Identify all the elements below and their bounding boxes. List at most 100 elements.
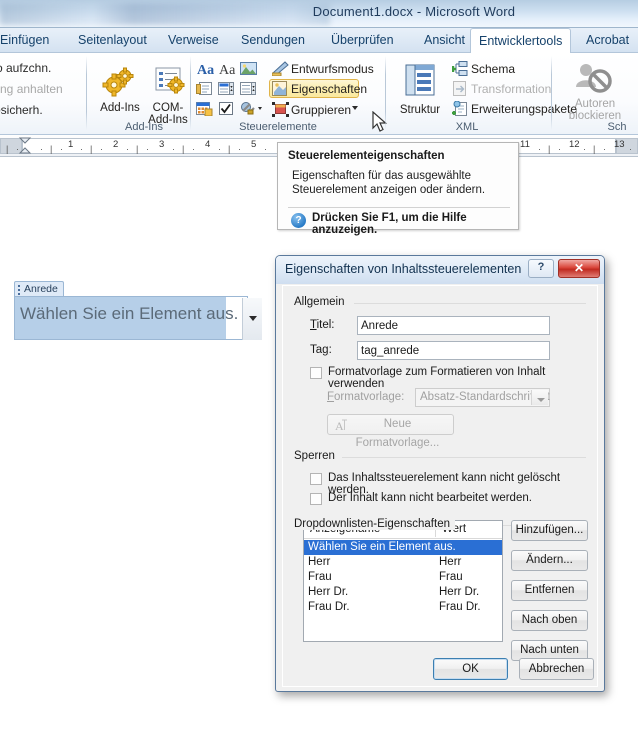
list-item[interactable]: Frau Frau: [304, 570, 502, 585]
group-dropdown-legend: Dropdownlisten-Eigenschaften: [294, 518, 455, 530]
ok-button-label: OK: [462, 663, 479, 675]
ribbon-tab-strip: Einfügen Seitenlayout Verweise Sendungen…: [0, 28, 638, 54]
combo-box-control-button[interactable]: [218, 81, 235, 99]
use-style-checkbox[interactable]: [310, 367, 322, 379]
block-authors-icon: [576, 64, 612, 93]
cancel-button[interactable]: Abbrechen: [519, 658, 594, 680]
content-control-properties-dialog: Eigenschaften von Inhaltssteuerelementen…: [275, 255, 605, 692]
chevron-down-icon[interactable]: [531, 390, 548, 405]
question-mark-icon: ?: [291, 213, 306, 228]
indent-markers-icon[interactable]: [18, 137, 32, 155]
tab-einfuegen[interactable]: Einfügen: [0, 28, 57, 53]
list-item-display: Frau Dr.: [308, 601, 350, 613]
window-title-bar: Document1.docx - Microsoft Word: [0, 0, 638, 28]
move-up-button[interactable]: Nach oben: [511, 610, 588, 631]
modify-item-button-label: Ändern...: [526, 554, 573, 566]
group-label-xml: XML: [455, 121, 479, 133]
picture-content-control-icon: [240, 62, 257, 75]
tooltip-body-line-1: Eigenschaften für das ausgewählte: [292, 170, 472, 182]
cannot-delete-checkbox[interactable]: [310, 473, 322, 485]
tab-sendungen[interactable]: Sendungen: [233, 28, 313, 53]
list-item-display: Herr Dr.: [308, 586, 349, 598]
tab-ansicht[interactable]: Ansicht: [416, 28, 473, 53]
ok-button[interactable]: OK: [433, 658, 508, 680]
list-item-display: Herr: [308, 556, 331, 568]
ruler-number-12: 12: [569, 139, 580, 150]
date-picker-control-button[interactable]: [196, 101, 213, 119]
list-item[interactable]: Herr Dr. Herr Dr.: [304, 585, 502, 600]
content-control-box[interactable]: Wählen Sie ein Element aus.: [14, 296, 262, 340]
list-item[interactable]: Frau Dr. Frau Dr.: [304, 600, 502, 615]
macro-security-label[interactable]: krosicherh.: [0, 103, 43, 117]
title-input[interactable]: [357, 316, 550, 335]
use-style-checkbox-label: Formatvorlage zum Formatieren von Inhalt…: [328, 366, 546, 390]
ruler-number-1: 1: [68, 139, 74, 150]
properties-icon: [272, 81, 287, 96]
window-title: Document1.docx - Microsoft Word: [312, 4, 516, 19]
cannot-edit-checkbox-label: Der Inhalt kann nicht bearbeitet werden.: [328, 492, 532, 504]
dialog-title-bar[interactable]: Eigenschaften von Inhaltssteuerelementen…: [276, 256, 604, 284]
tooltip-body: Eigenschaften für das ausgewählte Steuer…: [292, 169, 510, 197]
remove-item-button[interactable]: Entfernen: [511, 580, 588, 601]
dropdown-list-control-button[interactable]: [240, 81, 257, 99]
legacy-tools-button[interactable]: [240, 101, 264, 119]
list-item-value: Herr Dr.: [439, 586, 480, 598]
add-ins-button[interactable]: Add-Ins: [94, 65, 146, 114]
svg-text:A: A: [335, 419, 344, 431]
group-sperren-line: [342, 457, 586, 458]
schema-label: Schema: [471, 62, 516, 76]
add-item-button[interactable]: Hinzufügen...: [511, 520, 588, 541]
com-add-ins-label-1: COM-: [152, 102, 184, 114]
dialog-help-button[interactable]: ?: [528, 259, 554, 278]
picture-control-button[interactable]: [240, 61, 257, 79]
list-item-value: Herr: [439, 556, 462, 568]
move-up-button-label: Nach oben: [521, 614, 578, 626]
group-divider-add-ins: [190, 56, 191, 130]
group-allgemein-line: [354, 303, 586, 304]
plain-text-content-control-icon: Aa: [219, 63, 236, 78]
transformation-icon: [453, 81, 466, 96]
combo-box-content-control-icon: [218, 82, 234, 95]
com-add-ins-button[interactable]: COM- Add-Ins: [142, 65, 194, 126]
com-add-ins-icon: [155, 67, 185, 94]
title-field-label: Titel:: [310, 319, 335, 331]
list-item[interactable]: Herr Herr: [304, 555, 502, 570]
modify-item-button[interactable]: Ändern...: [511, 550, 588, 571]
list-item[interactable]: Wählen Sie ein Element aus.: [304, 540, 502, 555]
tag-input[interactable]: [357, 341, 550, 360]
design-mode-icon: [272, 61, 289, 76]
dialog-close-button[interactable]: ✕: [558, 259, 600, 278]
structure-icon: [405, 64, 435, 96]
new-style-button[interactable]: A Neue Formatvorlage...: [327, 414, 454, 449]
tab-entwicklertools[interactable]: Entwicklertools: [470, 28, 572, 54]
ribbon-tooltip: Steuerelementeigenschaften Eigenschaften…: [277, 142, 519, 236]
transformation-label: Transformation: [471, 82, 552, 96]
content-control-dropdown-button[interactable]: [242, 298, 262, 340]
structure-button[interactable]: Struktur: [392, 63, 448, 116]
ruler-number-13: 13: [614, 139, 625, 150]
tab-seitenlayout[interactable]: Seitenlayout: [70, 28, 155, 53]
svg-text:Aa: Aa: [197, 63, 214, 77]
group-dropdown-arrow-icon[interactable]: [352, 106, 358, 110]
add-item-button-label: Hinzufügen...: [515, 524, 584, 536]
question-mark-icon: ?: [537, 261, 545, 273]
group-label-add-ins: Add-Ins: [125, 121, 163, 133]
ruler-number-2: 2: [113, 139, 119, 150]
check-box-control-button[interactable]: [218, 101, 235, 119]
tab-verweise[interactable]: Verweise: [160, 28, 227, 53]
rich-text-control-button[interactable]: Aa: [196, 61, 215, 80]
cannot-edit-checkbox[interactable]: [310, 493, 322, 505]
ribbon: kro aufzchn. fzchng anhalten krosicherh.…: [0, 53, 638, 135]
content-control-tag-label: Anrede: [24, 283, 58, 295]
content-control-tag[interactable]: Anrede: [14, 281, 64, 296]
group-label: Gruppieren: [291, 103, 352, 117]
plain-text-control-button[interactable]: Aa: [218, 61, 237, 80]
building-block-gallery-button[interactable]: [196, 81, 213, 99]
record-macro-label[interactable]: kro aufzchn.: [0, 61, 51, 75]
tab-acrobat[interactable]: Acrobat: [578, 28, 637, 53]
group-label-protect: Sch: [607, 121, 627, 133]
group-divider-controls: [385, 56, 386, 130]
dropdown-items-listbox[interactable]: Anzeigename Wert Wählen Sie ein Element …: [303, 520, 503, 642]
tab-ueberpruefen[interactable]: Überprüfen: [323, 28, 402, 53]
style-combobox[interactable]: Absatz-Standardschriftart: [415, 388, 550, 407]
